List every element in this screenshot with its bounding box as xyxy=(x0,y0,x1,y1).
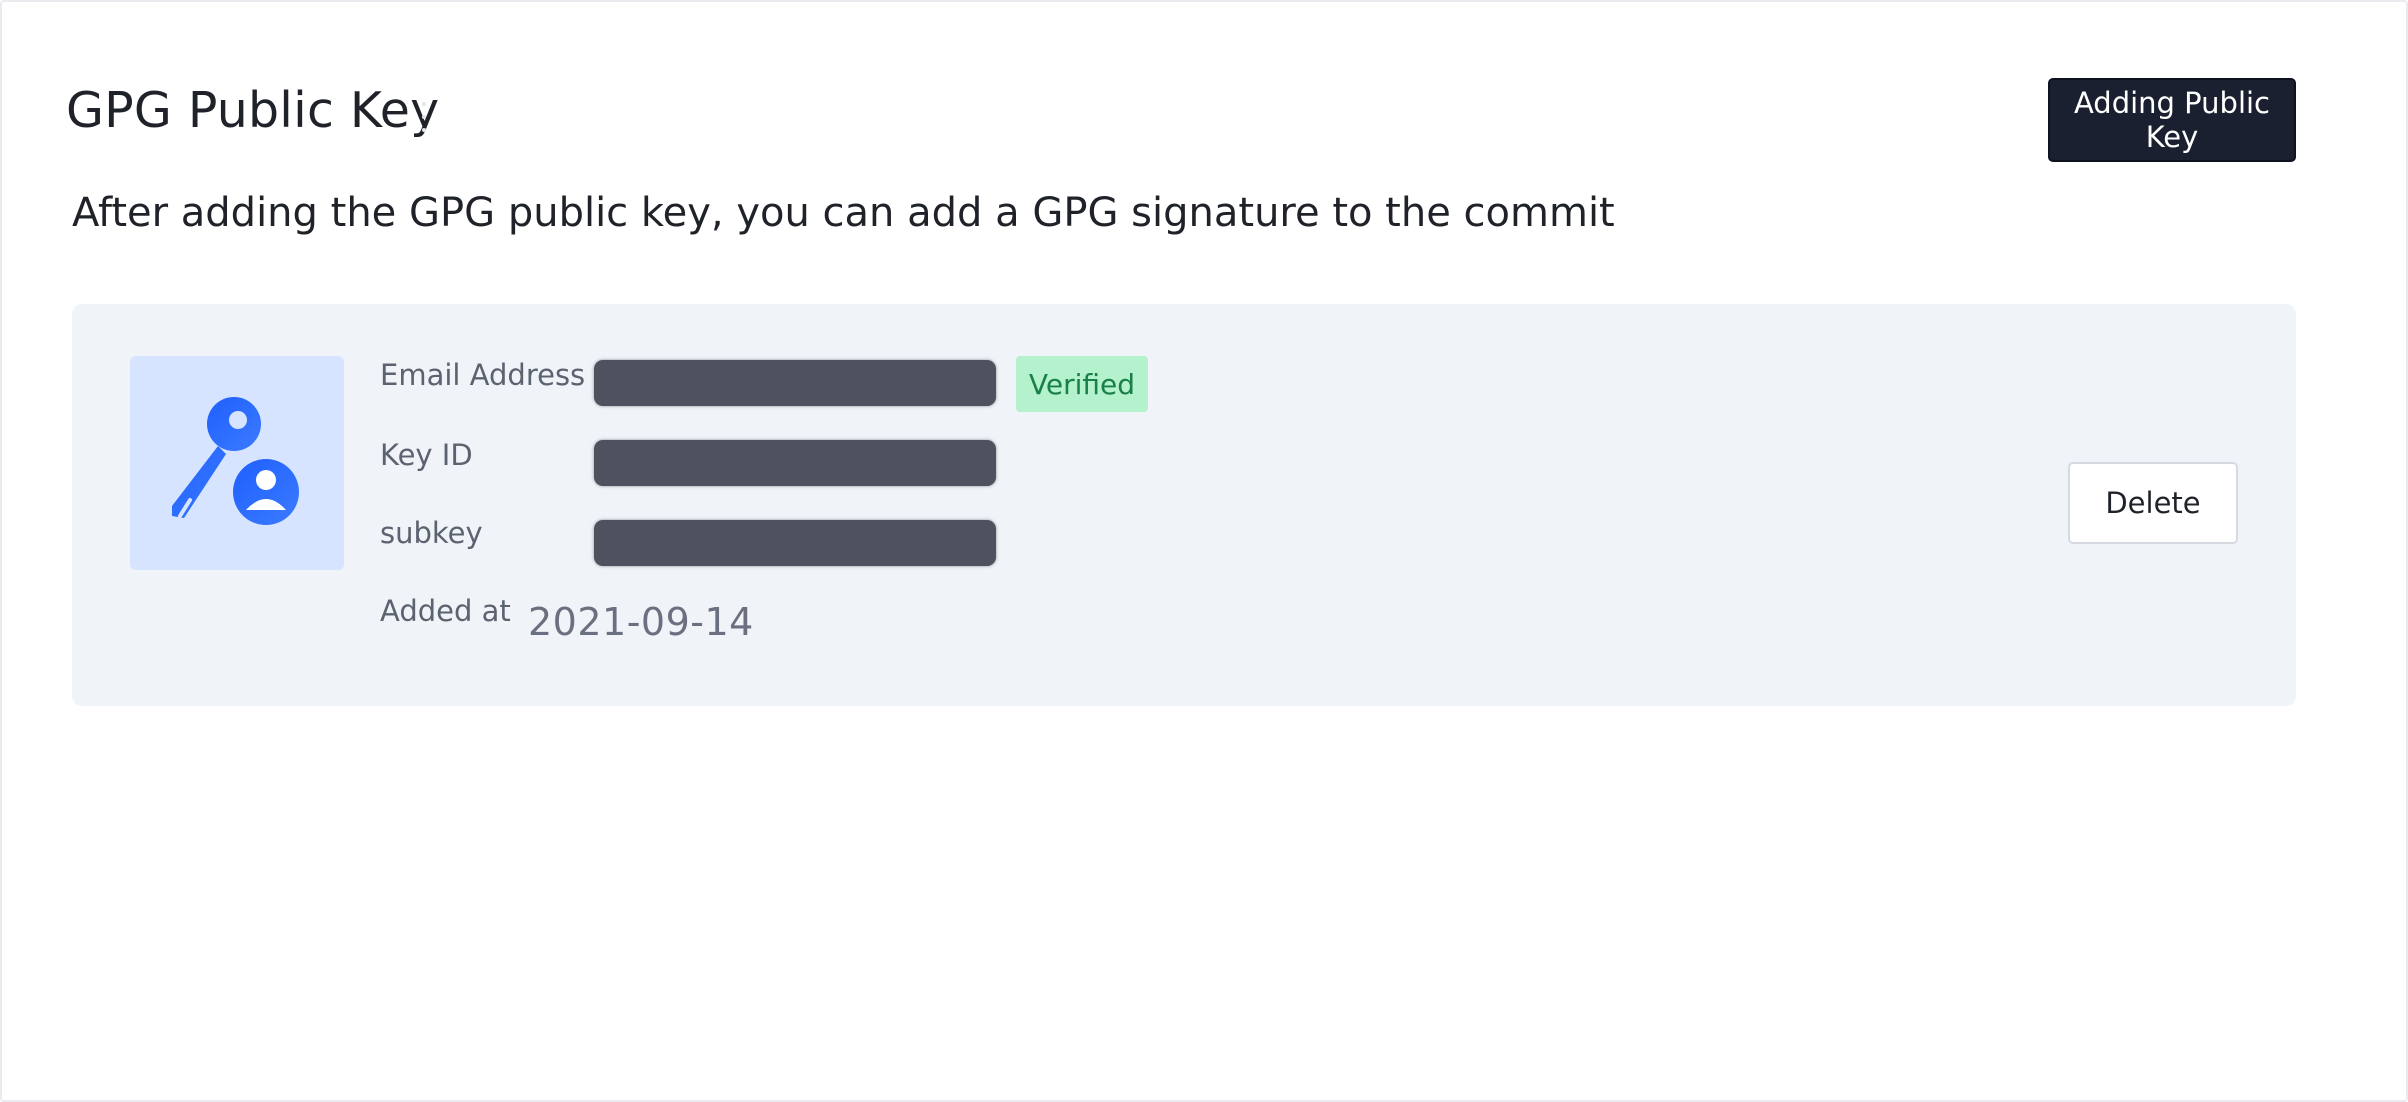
page-title: GPG Public Key xyxy=(66,82,440,139)
added-date: 2021-09-14 xyxy=(528,600,754,644)
more-dots-icon xyxy=(422,102,428,132)
gpg-key-settings-panel: GPG Public Key Adding Public Key After a… xyxy=(0,0,2408,1102)
page-description: After adding the GPG public key, you can… xyxy=(72,190,1615,236)
verified-badge: Verified xyxy=(1016,356,1148,412)
gpg-key-card: Email Address Verified Key ID subkey Add… xyxy=(72,304,2296,706)
key-id-value-masked xyxy=(594,440,996,486)
add-public-key-button[interactable]: Adding Public Key xyxy=(2048,78,2296,162)
key-id-label: Key ID xyxy=(380,438,473,472)
key-user-icon xyxy=(130,356,344,570)
email-address-value-masked xyxy=(594,360,996,406)
delete-key-button[interactable]: Delete xyxy=(2068,462,2238,544)
subkey-label: subkey xyxy=(380,516,483,550)
subkey-value-masked xyxy=(594,520,996,566)
added-at-label: Added at xyxy=(380,594,511,628)
email-address-label: Email Address xyxy=(380,358,586,392)
